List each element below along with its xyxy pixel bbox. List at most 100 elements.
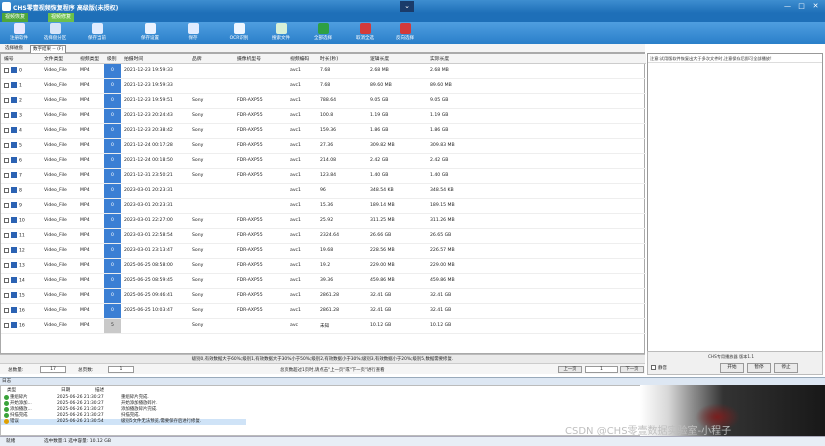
column-header[interactable]: 视频类型 [77, 54, 104, 64]
play-button[interactable]: 开始 [720, 363, 744, 373]
cell-actual: 1.86 GB [427, 123, 646, 139]
stop-button[interactable]: 停止 [774, 363, 798, 373]
toolbar-button-label: OCR识别 [229, 36, 249, 41]
column-header[interactable]: 品牌 [189, 54, 234, 64]
cell-brand: Sony [189, 228, 234, 244]
cell-id[interactable]: 1 [1, 78, 41, 94]
column-header[interactable]: 编号 [1, 54, 41, 64]
cell-id[interactable]: 13 [1, 258, 41, 274]
table-row[interactable]: 16 Video_File MP4 0 2025-06-25 10:03:47 Sony F… [1, 303, 646, 319]
prev-page-button[interactable]: 上一页 [558, 366, 582, 373]
cell-type: Video_File [41, 228, 77, 244]
cell-id[interactable]: 7 [1, 168, 41, 184]
row-checkbox[interactable] [4, 142, 9, 148]
row-checkbox[interactable] [4, 187, 9, 193]
table-row[interactable]: 2 Video_File MP4 0 2021-12-23 19:59:51 Sony FD… [1, 93, 646, 109]
row-checkbox[interactable] [4, 262, 9, 268]
row-checkbox[interactable] [4, 82, 9, 88]
toolbar-button-0[interactable]: 注册软件 [2, 23, 36, 43]
cell-id[interactable]: 16 [1, 303, 41, 319]
toolbar-button-5[interactable]: OCR识别 [222, 23, 256, 43]
table-row[interactable]: 13 Video_File MP4 0 2025-06-25 08:58:00 Sony F… [1, 258, 646, 274]
cell-model: FDR-AXP55 [234, 93, 287, 109]
table-row[interactable]: 10 Video_File MP4 0 2023-03-01 22:27:00 Sony F… [1, 213, 646, 229]
cell-id[interactable]: 4 [1, 123, 41, 139]
row-checkbox[interactable] [4, 97, 9, 103]
row-checkbox[interactable] [4, 202, 9, 208]
row-checkbox[interactable] [4, 127, 9, 133]
column-header[interactable]: 拍摄时间 [121, 54, 189, 64]
pause-button[interactable]: 暂停 [747, 363, 771, 373]
table-row[interactable]: 11 Video_File MP4 0 2023-03-01 22:58:54 Sony F… [1, 228, 646, 244]
tab-video-recovery[interactable]: 视频恢复 [2, 13, 29, 22]
close-button[interactable]: ✕ [811, 2, 820, 11]
row-checkbox[interactable] [4, 217, 9, 223]
log-row[interactable]: 错误 2025-06-26 21:30:54 级别5文件无法预览,需要保存后进行修复… [1, 419, 246, 425]
cell-id[interactable]: 2 [1, 93, 41, 109]
cell-time: 2021-12-23 19:59:33 [121, 63, 189, 79]
cell-id[interactable]: 9 [1, 198, 41, 214]
chevron-down-icon[interactable]: ⌄ [400, 1, 414, 12]
tab-video-repair[interactable]: 视频修复 [48, 13, 75, 22]
column-header[interactable]: 摄像机型号 [234, 54, 287, 64]
cell-id[interactable]: 12 [1, 243, 41, 259]
cell-id[interactable]: 10 [1, 213, 41, 229]
table-row[interactable]: 8 Video_File MP4 0 2023-03-01 20:23:31 avc1 96… [1, 183, 646, 199]
cell-id[interactable]: 6 [1, 153, 41, 169]
row-checkbox[interactable] [4, 247, 9, 253]
row-checkbox[interactable] [4, 67, 9, 73]
table-row[interactable]: 7 Video_File MP4 0 2021-12-31 23:50:21 Sony FD… [1, 168, 646, 184]
toolbar-button-2[interactable]: 保存当前 [80, 23, 114, 43]
row-checkbox[interactable] [4, 157, 9, 163]
row-checkbox[interactable] [4, 292, 9, 298]
table-row[interactable]: 12 Video_File MP4 0 2023-03-01 23:13:47 Sony F… [1, 243, 646, 259]
table-row[interactable]: 9 Video_File MP4 0 2023-03-01 20:23:31 avc1 15… [1, 198, 646, 214]
video-file-icon [11, 172, 17, 179]
cell-id[interactable]: 14 [1, 273, 41, 289]
cell-dur: 2861.28 [317, 288, 367, 304]
cell-id[interactable]: 11 [1, 228, 41, 244]
table-row[interactable]: 6 Video_File MP4 0 2021-12-24 00:18:50 Sony FD… [1, 153, 646, 169]
cell-id[interactable]: 16 [1, 318, 41, 334]
cell-brand [189, 78, 234, 94]
table-row[interactable]: 14 Video_File MP4 0 2025-06-25 08:59:45 Sony F… [1, 273, 646, 289]
cell-id[interactable]: 5 [1, 138, 41, 154]
cell-id[interactable]: 0 [1, 63, 41, 79]
row-checkbox[interactable] [4, 172, 9, 178]
toolbar-button-6[interactable]: 搜索文件 [264, 23, 298, 43]
cell-id[interactable]: 15 [1, 288, 41, 304]
row-checkbox[interactable] [4, 322, 9, 328]
column-header[interactable]: 实际长度 [427, 54, 646, 64]
toolbar-button-3[interactable]: 保存设置 [133, 23, 167, 43]
toolbar-button-9[interactable]: 反向选择 [388, 23, 422, 43]
toolbar-button-8[interactable]: 取消全选 [348, 23, 382, 43]
cell-id[interactable]: 3 [1, 108, 41, 124]
table-row[interactable]: 1 Video_File MP4 0 2021-12-23 19:59:33 avc1 7.… [1, 78, 646, 94]
minimize-button[interactable]: — [783, 2, 792, 11]
row-checkbox[interactable] [4, 112, 9, 118]
row-checkbox[interactable] [4, 232, 9, 238]
table-row[interactable]: 4 Video_File MP4 0 2021-12-23 20:38:42 Sony FD… [1, 123, 646, 139]
tab-results[interactable]: 数字结果 -- (F) [30, 45, 67, 53]
table-row[interactable]: 16 Video_File MP4 5 Sony avc 未知 10.12 GB 10.12 G… [1, 318, 646, 334]
next-page-button[interactable]: 下一页 [620, 366, 644, 373]
table-row[interactable]: 0 Video_File MP4 0 2021-12-23 19:59:33 avc1 7.… [1, 63, 646, 79]
column-header[interactable]: 逻辑长度 [367, 54, 427, 64]
table-row[interactable]: 15 Video_File MP4 0 2025-06-25 09:46:41 Sony F… [1, 288, 646, 304]
maximize-button[interactable]: □ [797, 2, 806, 11]
row-checkbox[interactable] [4, 307, 9, 313]
toolbar-button-7[interactable]: 全部选择 [306, 23, 340, 43]
mute-checkbox[interactable] [651, 365, 656, 370]
row-checkbox[interactable] [4, 277, 9, 283]
column-header[interactable]: 级别 [104, 54, 121, 64]
toolbar-button-1[interactable]: 选择盘分区 [38, 23, 72, 43]
column-header[interactable]: 视频编码 [287, 54, 317, 64]
table-row[interactable]: 5 Video_File MP4 0 2021-12-24 00:17:28 Sony FD… [1, 138, 646, 154]
toolbar-button-4[interactable]: 保存 [176, 23, 210, 43]
tab-select-disk[interactable]: 选择磁盘 [3, 45, 25, 53]
cell-id[interactable]: 8 [1, 183, 41, 199]
table-row[interactable]: 3 Video_File MP4 0 2021-12-23 20:24:43 Sony FD… [1, 108, 646, 124]
column-header[interactable]: 时长(秒) [317, 54, 367, 64]
column-header[interactable]: 文件类型 [41, 54, 77, 64]
page-number-input[interactable]: 1 [585, 366, 618, 373]
